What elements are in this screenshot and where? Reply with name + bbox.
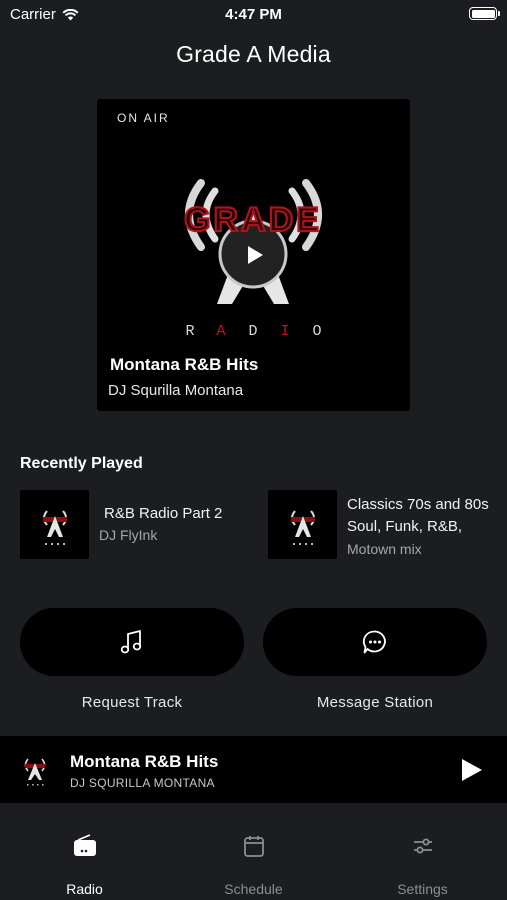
logo-letter: O	[312, 323, 321, 340]
recent-title: R&B Radio Part 2	[104, 505, 223, 522]
logo-letter: I	[280, 323, 289, 340]
chat-bubble-icon	[362, 630, 386, 654]
tab-radio[interactable]: Radio	[0, 803, 169, 900]
tab-settings-label: Settings	[397, 881, 448, 897]
tab-radio-label: Radio	[66, 881, 103, 897]
recent-host: Motown mix	[347, 541, 422, 557]
mini-player-title: Montana R&B Hits	[70, 752, 219, 771]
message-station-label: Message Station	[316, 694, 434, 711]
logo-letter: A	[216, 323, 225, 340]
recently-played-heading: Recently Played	[20, 455, 143, 472]
logo-letter: D	[248, 323, 257, 340]
clock: 4:47 PM	[225, 6, 282, 23]
station-logo-icon	[42, 509, 67, 545]
mini-play-icon[interactable]	[457, 756, 485, 784]
tab-schedule-label: Schedule	[224, 881, 283, 897]
radio-icon	[74, 834, 96, 856]
recent-item[interactable]: Classics 70s and 80s Soul, Funk, R&B, Mo…	[268, 490, 489, 560]
mini-player-artwork	[24, 758, 46, 786]
recent-title-line2: Soul, Funk, R&B,	[347, 518, 463, 535]
play-icon	[248, 246, 263, 264]
recent-item[interactable]: R&B Radio Part 2 DJ FlyInk	[20, 490, 222, 560]
sliders-icon	[414, 838, 432, 854]
page-title: Grade A Media	[176, 41, 331, 67]
now-playing-host: DJ Squrilla Montana	[108, 382, 244, 399]
recent-thumbnail	[20, 490, 89, 559]
request-track-label: Request Track	[81, 694, 183, 711]
message-station-button[interactable]	[263, 608, 487, 676]
recent-thumbnail	[268, 490, 337, 559]
now-playing-card[interactable]: ON AIR GRADE R A D I O Montana R&B Hits …	[97, 99, 410, 411]
battery-icon	[469, 7, 500, 20]
mini-player[interactable]: Montana R&B Hits DJ SQURILLA MONTANA	[0, 736, 507, 803]
play-button[interactable]	[233, 237, 277, 273]
now-playing-title: Montana R&B Hits	[110, 355, 259, 374]
station-logo-icon	[290, 509, 315, 545]
status-bar: Carrier 4:47 PM	[0, 0, 507, 28]
tab-bar: Radio Schedule Settings	[0, 803, 507, 900]
recent-host: DJ FlyInk	[99, 527, 158, 543]
on-air-badge: ON AIR	[117, 111, 170, 125]
calendar-icon	[244, 836, 264, 857]
mini-player-host: DJ SQURILLA MONTANA	[70, 776, 215, 790]
logo-letter: R	[185, 323, 194, 340]
tab-schedule[interactable]: Schedule	[169, 803, 338, 900]
logo-text: GRADE	[184, 201, 322, 239]
tab-settings[interactable]: Settings	[338, 803, 507, 900]
music-note-icon	[120, 630, 142, 654]
recent-title-line1: Classics 70s and 80s	[347, 496, 489, 513]
request-track-button[interactable]	[20, 608, 244, 676]
